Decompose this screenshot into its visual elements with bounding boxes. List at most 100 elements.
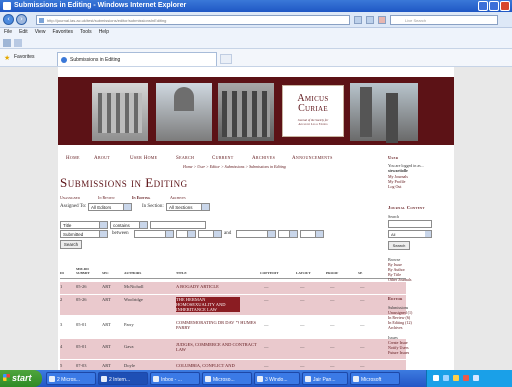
table-row[interactable]: 2 05-26 ART Woolridge THE HERMAN HOMOSEX… xyxy=(60,295,406,315)
compat-icon[interactable] xyxy=(354,16,362,24)
favorites-label[interactable]: Favorites xyxy=(14,54,35,60)
nav-user-home[interactable]: User Home xyxy=(130,155,176,161)
col-submit[interactable]: MM-DD SUBMIT xyxy=(76,267,94,275)
toolbar-icon[interactable] xyxy=(14,39,22,47)
menu-favorites[interactable]: Favorites xyxy=(52,29,73,37)
tab-unassigned[interactable]: Unassigned xyxy=(60,195,80,200)
editor-archives-link[interactable]: Archives xyxy=(388,325,402,330)
browse-other-journals[interactable]: Other Journals xyxy=(388,277,411,282)
col-layout[interactable]: LAYOUT xyxy=(296,271,311,275)
tray-icon[interactable] xyxy=(453,375,459,381)
taskbar-item[interactable]: Inbox - ... xyxy=(150,372,200,385)
cell-title-link[interactable]: COLUMBIA, CONFLICT AND xyxy=(176,363,260,368)
tray-icon[interactable] xyxy=(433,375,439,381)
nav-announcements[interactable]: Announcements xyxy=(292,155,333,161)
col-copyedit[interactable]: COPYEDIT xyxy=(260,271,278,275)
col-authors[interactable]: AUTHORS xyxy=(124,271,141,275)
date-to-month[interactable] xyxy=(236,230,276,238)
taskbar-item[interactable]: 2 Intern... xyxy=(98,372,148,385)
table-row[interactable]: 5 07-03 ART Doyle COLUMBIA, CONFLICT AND… xyxy=(60,360,406,370)
sidebar-search-input[interactable] xyxy=(388,220,432,228)
minimize-button[interactable] xyxy=(478,1,488,11)
taskbar-item[interactable]: Microso... xyxy=(202,372,252,385)
close-button[interactable] xyxy=(500,1,510,11)
cell-date: 05-26 xyxy=(76,297,87,302)
window-controls xyxy=(478,1,510,11)
back-icon[interactable]: ‹ xyxy=(3,14,14,25)
date-to-year[interactable] xyxy=(300,230,324,238)
table-row[interactable]: 4 05-01 ART Gava JUDGES, COMMERCE AND CO… xyxy=(60,339,406,359)
sidebar-search-label: Search xyxy=(388,214,399,219)
date-to-day[interactable] xyxy=(278,230,298,238)
cell-id: 1 xyxy=(60,284,63,289)
col-se[interactable]: SE xyxy=(358,271,362,275)
table-row[interactable]: 1 05-26 ART McNicholl A BOGADY ARTICLE —… xyxy=(60,282,406,294)
sidebar-link-log-out[interactable]: Log Out xyxy=(388,184,401,189)
nav-search[interactable]: Search xyxy=(176,155,212,161)
menu-tools[interactable]: Tools xyxy=(80,29,92,37)
col-sec[interactable]: SEC xyxy=(102,271,109,275)
col-proof[interactable]: PROOF xyxy=(326,271,338,275)
date-from-day[interactable] xyxy=(176,230,196,238)
cell-title-link[interactable]: A BOGADY ARTICLE xyxy=(176,284,260,289)
date-from-year[interactable] xyxy=(198,230,222,238)
taskbar-item[interactable]: Jair Pan... xyxy=(302,372,348,385)
cell-title-link[interactable]: THE HERMAN HOMOSEXUALITY AND INHERITANCE… xyxy=(176,297,240,312)
cell-author: Parry xyxy=(124,322,134,327)
tab-in-review[interactable]: In Review xyxy=(98,195,115,200)
start-button[interactable]: start xyxy=(0,370,42,387)
tab-archives[interactable]: Archives xyxy=(170,195,186,200)
header-rule xyxy=(60,278,406,279)
search-text-input[interactable] xyxy=(150,221,206,229)
sidebar-search-button[interactable]: Search xyxy=(388,241,410,250)
tray-icon[interactable] xyxy=(473,375,479,381)
window-title-bar: Submissions in Editing - Windows Interne… xyxy=(0,0,512,12)
assigned-to-select[interactable]: All Editors xyxy=(88,203,132,211)
nav-about[interactable]: About xyxy=(94,155,130,161)
refresh-icon[interactable] xyxy=(366,16,374,24)
taskbar-item[interactable]: Microsoft xyxy=(350,372,400,385)
taskbar: start 2 Micros... 2 Intern... Inbox - ..… xyxy=(0,370,512,387)
url-input[interactable]: http://journal.ias.ac.uk/test/submission… xyxy=(36,15,350,25)
date-from-month[interactable] xyxy=(134,230,174,238)
match-select[interactable]: contains xyxy=(110,221,148,229)
section-select[interactable]: All Sections xyxy=(166,203,210,211)
forward-icon[interactable]: › xyxy=(16,14,27,25)
taskbar-item[interactable]: 2 Micros... xyxy=(46,372,96,385)
stop-icon[interactable] xyxy=(378,16,386,24)
cell-title-link[interactable]: JUDGES, COMMERCE AND CONTRACT LAW xyxy=(176,342,260,352)
cell-sec: ART xyxy=(102,322,111,327)
menu-file[interactable]: File xyxy=(4,29,12,37)
menu-edit[interactable]: Edit xyxy=(19,29,28,37)
search-field-select[interactable]: Title xyxy=(60,221,108,229)
tray-icon[interactable] xyxy=(463,375,469,381)
menu-view[interactable]: View xyxy=(35,29,46,37)
cell-copyedit: — xyxy=(264,297,269,302)
col-id[interactable]: ID xyxy=(60,271,64,275)
date-field-select[interactable]: Submitted xyxy=(60,230,108,238)
new-tab-button[interactable] xyxy=(220,54,232,64)
favorites-star-icon[interactable]: ★ xyxy=(4,54,10,62)
nav-home[interactable]: Home xyxy=(66,155,94,161)
breadcrumb[interactable]: Home > User > Editor > Submissions > Sub… xyxy=(183,164,286,169)
banner-photo xyxy=(156,83,212,141)
nav-current[interactable]: Current xyxy=(212,155,252,161)
cell-layout: — xyxy=(300,297,305,302)
taskbar-item[interactable]: 3 Windo... xyxy=(254,372,300,385)
page-title: Submissions in Editing xyxy=(60,175,188,190)
sidebar-search-scope[interactable]: All xyxy=(388,230,432,238)
toolbar-icon[interactable] xyxy=(3,39,11,47)
browser-tab[interactable]: Submissions in Editing xyxy=(57,52,217,66)
journal-logo[interactable]: Amicus Curiae Journal of the Society for… xyxy=(282,85,344,137)
nav-archives[interactable]: Archives xyxy=(252,155,292,161)
tab-in-editing[interactable]: In Editing xyxy=(132,195,150,200)
search-input[interactable]: Live Search xyxy=(390,15,498,25)
menu-help[interactable]: Help xyxy=(99,29,109,37)
col-title[interactable]: TITLE xyxy=(176,271,187,275)
tray-icon[interactable] xyxy=(443,375,449,381)
maximize-button[interactable] xyxy=(489,1,499,11)
search-button[interactable]: Search xyxy=(60,240,82,249)
cell-title-link[interactable]: COMMEMORATING DR DAVID HUMES PARRY xyxy=(176,320,260,330)
ie-icon xyxy=(3,2,11,10)
future-issues-link[interactable]: Future Issues xyxy=(388,350,409,355)
